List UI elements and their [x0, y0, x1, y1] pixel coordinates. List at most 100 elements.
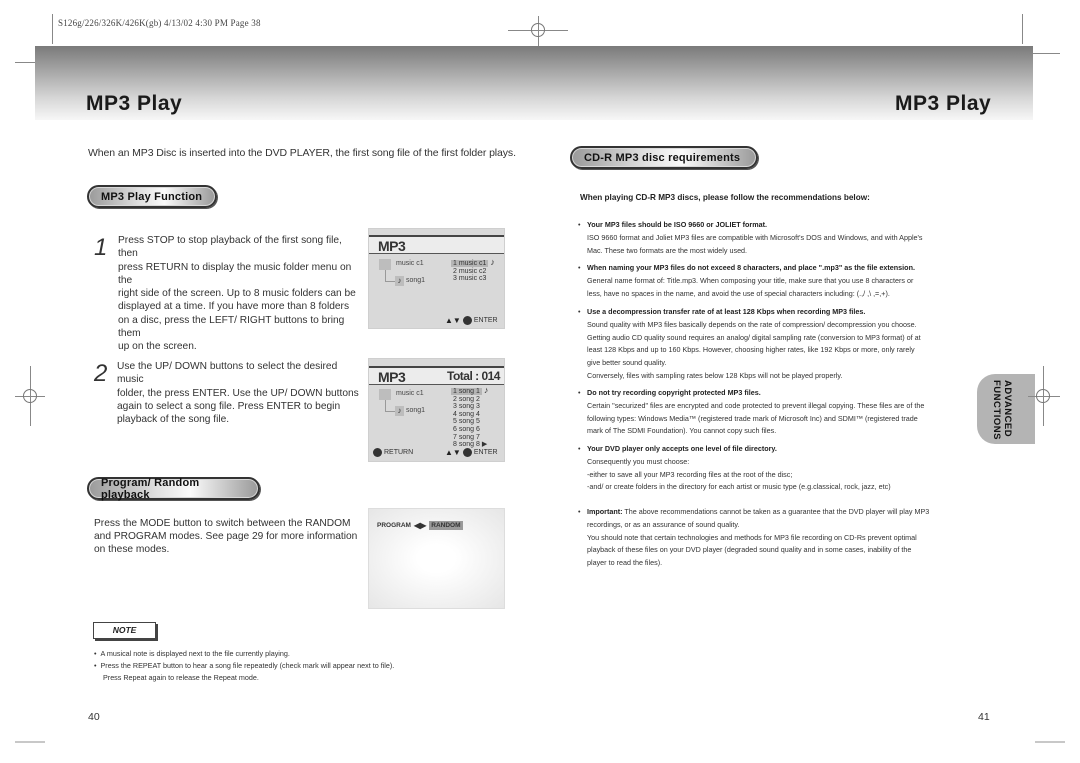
crop-mark: [15, 741, 45, 743]
crop-mark: [52, 14, 53, 44]
crop-mark: [1035, 741, 1065, 743]
left-right-arrows-icon: ◀▶: [413, 521, 427, 530]
requirement-heading: Your DVD player only accepts one level o…: [587, 444, 777, 453]
page-number-left: 40: [88, 711, 100, 723]
para-line: and PROGRAM modes. See page 29 for more …: [94, 531, 358, 543]
requirement-heading: Your MP3 files should be ISO 9660 or JOL…: [587, 220, 767, 229]
section-label-text: MP3 Play Function: [101, 190, 203, 203]
section-label-mp3-play-function: MP3 Play Function: [87, 185, 217, 208]
side-tab-advanced-functions[interactable]: ADVANCED FUNCTIONS: [977, 374, 1035, 444]
song-list-item[interactable]: 3 song 3: [451, 403, 488, 411]
note-label: NOTE: [93, 622, 156, 639]
side-tab-label: ADVANCED FUNCTIONS: [991, 380, 1013, 440]
crop-mark: [1022, 14, 1023, 44]
intro-text: When an MP3 Disc is inserted into the DV…: [88, 147, 516, 159]
requirements-lead: When playing CD-R MP3 discs, please foll…: [580, 193, 870, 202]
requirement-heading: Use a decompression transfer rate of at …: [587, 307, 866, 316]
song-list-item[interactable]: 5 song 5: [451, 418, 488, 426]
osd-footer-enter: ▲▼ ENTER: [445, 448, 498, 457]
mode-selector: PROGRAM ◀▶ RANDOM: [377, 521, 463, 530]
para-line: on these modes.: [94, 544, 170, 556]
step-line: folder, the press ENTER. Use the UP/ DOW…: [117, 387, 359, 399]
program-random-text: Press the MODE button to switch between …: [94, 517, 359, 557]
music-note-icon: ♪: [490, 257, 495, 267]
song-list-item[interactable]: 6 song 6: [451, 426, 488, 434]
song-name: song1: [406, 407, 426, 414]
page-number-right: 41: [978, 711, 990, 723]
enter-icon: [462, 316, 472, 325]
random-mode-label[interactable]: RANDOM: [429, 521, 463, 530]
registration-mark-icon: [1036, 389, 1050, 403]
section-label-text: CD-R MP3 disc requirements: [584, 151, 741, 164]
para-line: Press the MODE button to switch between …: [94, 518, 351, 529]
song-list-item[interactable]: 2 song 2: [451, 396, 488, 404]
osd-footer-return: RETURN: [373, 448, 413, 457]
registration-mark-icon: [531, 23, 545, 37]
note-item: • Press the REPEAT button to hear a song…: [94, 661, 395, 670]
section-label-text: Program/ Random playback: [101, 476, 200, 501]
program-mode-label[interactable]: PROGRAM: [377, 522, 411, 529]
return-icon: [373, 448, 382, 457]
music-note-icon: ♪: [395, 406, 404, 416]
requirement-item-important: • Important: The above recommendations c…: [578, 507, 930, 568]
requirement-heading: Do not try recording copyright protected…: [587, 388, 761, 397]
enter-label: ENTER: [473, 317, 498, 324]
osd-footer: ▲▼ ENTER: [445, 316, 498, 325]
up-down-arrows-icon: ▲▼: [445, 448, 461, 457]
requirement-item: • When naming your MP3 files do not exce…: [578, 262, 970, 300]
song-list-item[interactable]: 7 song 7: [451, 434, 488, 442]
osd-total: Total : 014: [447, 369, 500, 383]
folder-list-item[interactable]: 2 music c2: [451, 268, 495, 276]
note-list: • A musical note is displayed next to th…: [94, 648, 494, 684]
music-note-icon: ♪: [483, 385, 489, 395]
tree-line: [385, 270, 395, 282]
folder-list-item[interactable]: 1 music c1 ♪: [451, 257, 495, 268]
song-list: 1 song 1 ♪ 2 song 2 3 song 3 4 song 4 5 …: [451, 385, 489, 449]
requirement-item: • Use a decompression transfer rate of a…: [578, 306, 970, 383]
folder-list-item[interactable]: 3 music c3: [451, 275, 495, 283]
right-page-title: MP3 Play: [895, 92, 992, 115]
song-list-item[interactable]: 4 song 4: [451, 411, 488, 419]
header-band: [35, 46, 1033, 120]
song-list-item[interactable]: 1 song 1 ♪: [451, 385, 489, 396]
step-line: displayed at a time. If you have more th…: [118, 301, 350, 313]
folder-icon: [379, 389, 391, 400]
step-2-text: Use the UP/ DOWN buttons to select the d…: [117, 360, 362, 426]
print-header: S126g/226/326K/426K(gb) 4/13/02 4:30 PM …: [58, 18, 261, 28]
step-1-text: Press STOP to stop playback of the first…: [118, 234, 363, 354]
step-line: again to select a song file. Press ENTER…: [117, 400, 341, 412]
section-label-cdr-requirements: CD-R MP3 disc requirements: [570, 146, 758, 169]
step-line: playback of the song file.: [117, 414, 230, 426]
step-number: 2: [94, 360, 108, 387]
folder-list: 1 music c1 ♪ 2 music c2 3 music c3: [451, 257, 495, 283]
left-page-title: MP3 Play: [86, 92, 183, 115]
step-line: right side of the screen. Up to 8 music …: [118, 288, 356, 300]
note-item: • A musical note is displayed next to th…: [94, 649, 290, 658]
step-line: Press STOP to stop playback of the first…: [118, 235, 342, 260]
requirement-item: • Your DVD player only accepts one level…: [578, 443, 970, 494]
requirement-item: • Your MP3 files should be ISO 9660 or J…: [578, 219, 970, 257]
registration-mark-icon: [23, 389, 37, 403]
up-down-arrows-icon: ▲▼: [445, 316, 461, 325]
osd-title: MP3: [378, 238, 406, 254]
crop-mark: [1030, 53, 1060, 54]
osd-song-menu: MP3 Total : 014 music c1 ♪ song1 1 song …: [368, 358, 505, 462]
step-line: Use the UP/ DOWN buttons to select the d…: [117, 361, 338, 386]
step-number: 1: [94, 234, 108, 261]
osd-program-random: PROGRAM ◀▶ RANDOM: [368, 508, 505, 609]
folder-name: music c1: [396, 390, 424, 397]
enter-icon: [462, 448, 472, 457]
return-label: RETURN: [384, 449, 414, 456]
music-note-icon: ♪: [395, 276, 404, 286]
folder-name: music c1: [396, 260, 424, 267]
important-label: Important:: [587, 507, 623, 516]
osd-folder-menu: MP3 music c1 ♪ song1 1 music c1 ♪ 2 musi…: [368, 228, 505, 329]
requirement-heading: When naming your MP3 files do not exceed…: [587, 263, 915, 272]
osd-title: MP3: [378, 369, 406, 385]
enter-label: ENTER: [473, 449, 498, 456]
step-line: on a disc, press the LEFT/ RIGHT buttons…: [118, 314, 345, 340]
section-label-program-random: Program/ Random playback: [87, 476, 260, 501]
requirement-item: • Do not try recording copyright protect…: [578, 387, 963, 438]
folder-icon: [379, 259, 391, 270]
step-line: up on the screen.: [118, 341, 197, 353]
